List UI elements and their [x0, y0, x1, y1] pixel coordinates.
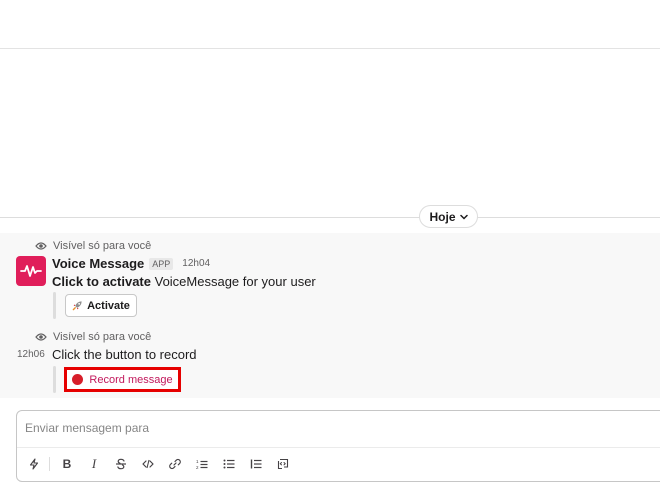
- message-text: Click to activate VoiceMessage for your …: [52, 274, 316, 289]
- toolbar-divider: [49, 457, 50, 471]
- top-divider: [0, 48, 660, 49]
- app-avatar[interactable]: [16, 256, 46, 286]
- activate-button-label: Activate: [87, 299, 130, 312]
- blockquote-button[interactable]: [249, 455, 263, 473]
- strikethrough-icon: [116, 458, 126, 470]
- code-block-icon: [277, 458, 289, 470]
- shortcuts-button[interactable]: [25, 455, 43, 473]
- visibility-text: Visível só para você: [53, 240, 152, 252]
- attachment-bar: [53, 292, 56, 319]
- message-timestamp[interactable]: 12h04: [182, 258, 210, 269]
- ordered-list-button[interactable]: 12: [195, 455, 209, 473]
- message-text: Click the button to record: [52, 347, 197, 362]
- italic-button[interactable]: I: [87, 455, 101, 473]
- link-icon: [169, 458, 181, 470]
- app-badge: APP: [149, 257, 174, 270]
- visibility-notice: Visível só para você: [35, 240, 151, 252]
- eye-icon: [35, 242, 47, 250]
- message-header: Voice Message APP 12h04: [52, 256, 210, 271]
- formatting-toolbar: B I 12: [25, 455, 290, 473]
- svg-text:1: 1: [196, 459, 199, 464]
- message-composer: B I 12: [16, 410, 660, 482]
- svg-text:2: 2: [196, 465, 199, 470]
- code-block-button[interactable]: [276, 455, 290, 473]
- visibility-notice: Visível só para você: [35, 331, 151, 343]
- lightning-icon: [29, 458, 39, 470]
- strikethrough-button[interactable]: [114, 455, 128, 473]
- bullet-list-button[interactable]: [222, 455, 236, 473]
- day-divider-line: [0, 217, 660, 218]
- record-message-button[interactable]: Record message: [64, 367, 181, 392]
- message-input[interactable]: [25, 421, 585, 435]
- bullet-list-icon: [223, 459, 235, 469]
- message-text-bold: Click to activate: [52, 274, 151, 289]
- ordered-list-icon: 12: [196, 459, 208, 470]
- visibility-text: Visível só para você: [53, 331, 152, 343]
- blockquote-icon: [250, 459, 262, 469]
- day-divider-label: Hoje: [429, 209, 456, 224]
- code-icon: [142, 459, 154, 469]
- eye-icon: [35, 333, 47, 341]
- bold-button[interactable]: B: [60, 455, 74, 473]
- code-button[interactable]: [141, 455, 155, 473]
- link-button[interactable]: [168, 455, 182, 473]
- message-timestamp[interactable]: 12h06: [17, 349, 45, 360]
- attachment-bar: [53, 366, 56, 393]
- composer-divider: [17, 447, 660, 448]
- sender-name[interactable]: Voice Message: [52, 256, 144, 271]
- record-button-label: Record message: [89, 373, 173, 386]
- record-dot-icon: [72, 374, 84, 385]
- waveform-icon: [20, 265, 42, 277]
- message-text-rest: VoiceMessage for your user: [151, 274, 316, 289]
- rocket-icon: [72, 301, 82, 311]
- day-divider-button[interactable]: Hoje: [419, 205, 478, 228]
- activate-button[interactable]: Activate: [65, 294, 137, 317]
- chevron-down-icon: [459, 214, 468, 220]
